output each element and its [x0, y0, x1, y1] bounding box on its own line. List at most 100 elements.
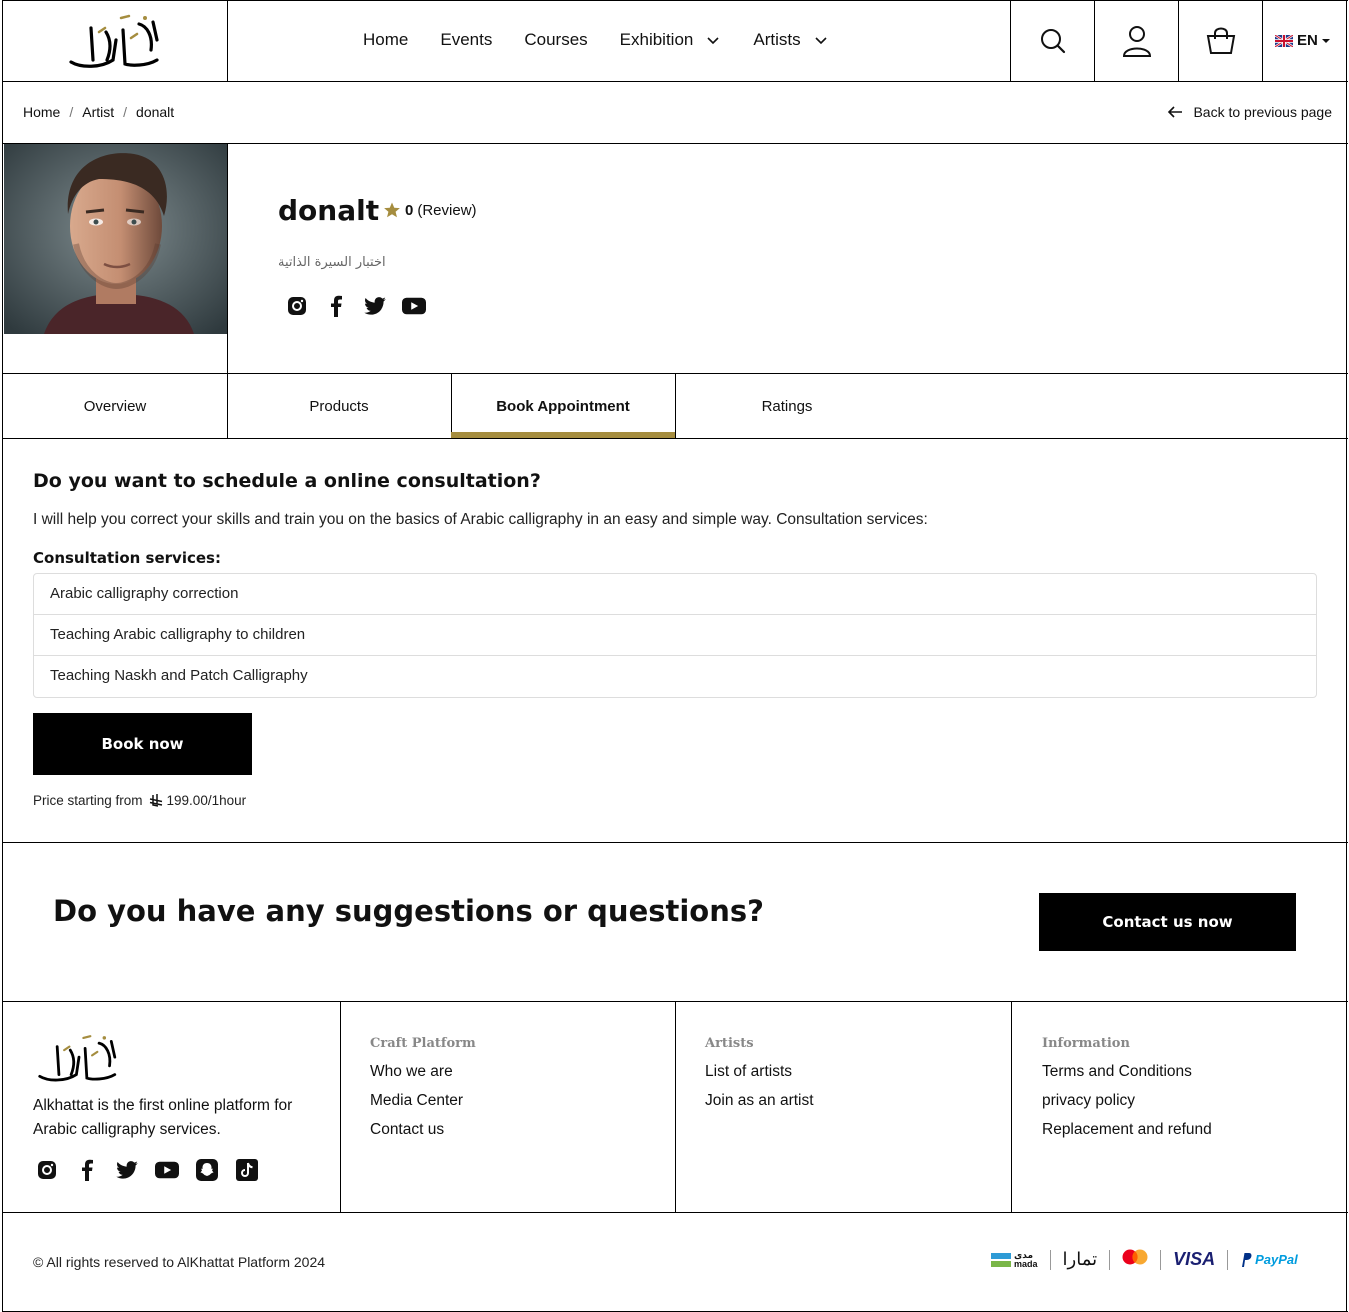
search-icon [1041, 28, 1066, 53]
footer-link-media-center[interactable]: Media Center [370, 1092, 476, 1110]
footer-link-join-artist[interactable]: Join as an artist [705, 1092, 814, 1110]
footer-link-refund[interactable]: Replacement and refund [1042, 1121, 1212, 1139]
breadcrumb-home[interactable]: Home [23, 104, 60, 120]
snapchat-icon[interactable] [195, 1158, 219, 1182]
divider [1049, 1249, 1051, 1270]
artist-socials [285, 295, 426, 317]
rating-value: 0 [405, 201, 414, 219]
price-prefix: Price starting from [33, 793, 143, 808]
back-link[interactable]: Back to previous page [1167, 104, 1332, 120]
mastercard-icon [1122, 1249, 1148, 1270]
twitter-icon[interactable] [115, 1158, 139, 1182]
user-icon [1122, 25, 1152, 57]
cart-button[interactable] [1179, 0, 1263, 81]
back-label: Back to previous page [1193, 104, 1332, 120]
language-label: EN [1297, 32, 1318, 49]
language-selector[interactable]: EN [1275, 32, 1330, 49]
nav-label: Artists [753, 30, 801, 49]
breadcrumb-artist[interactable]: Artist [82, 104, 114, 120]
artist-bio: اختبار السيرة الذاتية [278, 255, 386, 270]
tab-ratings[interactable]: Ratings [675, 374, 899, 438]
tab-label: Book Appointment [496, 397, 630, 415]
suggestions-title: Do you have any suggestions or questions… [53, 894, 764, 928]
mada-text: mada [1014, 1258, 1038, 1269]
artist-rating: 0 (Review) [383, 201, 477, 219]
facebook-icon[interactable] [75, 1158, 99, 1182]
footer-logo[interactable] [31, 1030, 127, 1086]
divider [1011, 1002, 1012, 1212]
services-list: Arabic calligraphy correction Teaching A… [33, 573, 1317, 698]
instagram-icon[interactable] [35, 1158, 59, 1182]
footer-socials [35, 1158, 259, 1182]
nav-label: Exhibition [619, 30, 694, 49]
nav-label: Events [440, 30, 493, 49]
footer-link-list-of-artists[interactable]: List of artists [705, 1063, 814, 1081]
copyright: © All rights reserved to AlKhattat Platf… [33, 1254, 326, 1270]
chevron-down-icon [815, 37, 827, 45]
divider [3, 438, 1348, 439]
divider [1109, 1249, 1111, 1270]
footer-link-terms[interactable]: Terms and Conditions [1042, 1063, 1212, 1081]
youtube-icon[interactable] [155, 1158, 179, 1182]
footer-column-artists: Artists List of artists Join as an artis… [705, 1036, 814, 1121]
divider [1227, 1249, 1229, 1270]
divider [1160, 1249, 1162, 1270]
divider [3, 81, 1348, 82]
tab-label: Ratings [761, 397, 813, 415]
breadcrumb-separator: / [69, 104, 74, 120]
main-nav: Home Events Courses Exhibition Artists [363, 30, 861, 50]
search-button[interactable] [1011, 0, 1095, 81]
breadcrumb-separator: / [123, 104, 128, 120]
account-button[interactable] [1095, 0, 1179, 81]
paypal-logo: PayPal [1240, 1252, 1298, 1268]
tiktok-icon[interactable] [235, 1158, 259, 1182]
footer-column-title: Artists [705, 1036, 754, 1051]
arrow-left-icon [1168, 106, 1183, 118]
twitter-icon[interactable] [363, 295, 387, 317]
tab-label: Products [309, 397, 369, 415]
paypal-icon [1242, 1252, 1252, 1267]
divider [3, 1212, 1348, 1213]
nav-courses[interactable]: Courses [524, 30, 587, 50]
divider [1262, 0, 1263, 81]
tamara-logo: تمارا [1062, 1249, 1098, 1270]
cart-icon [1206, 27, 1236, 54]
footer-link-contact-us[interactable]: Contact us [370, 1121, 476, 1139]
nav-exhibition[interactable]: Exhibition [620, 30, 722, 50]
artist-name: donalt [278, 194, 380, 227]
footer-description: Alkhattat is the first online platform f… [33, 1097, 293, 1138]
book-now-button[interactable]: Book now [33, 713, 252, 775]
breadcrumb-current: donalt [136, 104, 175, 120]
price-value: 199.00/1hour [166, 793, 247, 808]
instagram-icon[interactable] [285, 295, 309, 317]
tab-book-appointment[interactable]: Book Appointment [451, 374, 675, 438]
appointment-title: Do you want to schedule a online consult… [33, 470, 541, 492]
footer-link-privacy[interactable]: privacy policy [1042, 1092, 1212, 1110]
paypal-text: PayPal [1255, 1252, 1298, 1267]
tab-products[interactable]: Products [227, 374, 451, 438]
nav-artists[interactable]: Artists [753, 30, 828, 50]
footer-link-who-we-are[interactable]: Who we are [370, 1063, 476, 1081]
uk-flag-icon [1275, 34, 1293, 47]
star-icon [384, 202, 400, 218]
visa-logo: VISA [1173, 1249, 1216, 1269]
nav-label: Home [363, 30, 409, 49]
divider [3, 842, 1348, 843]
contact-us-button[interactable]: Contact us now [1039, 893, 1296, 951]
tab-overview[interactable]: Overview [3, 374, 227, 438]
footer-column-title: Craft Platform [370, 1036, 476, 1051]
rating-label: (Review) [417, 201, 477, 219]
divider [227, 0, 228, 81]
artist-avatar [4, 144, 228, 334]
nav-events[interactable]: Events [440, 30, 492, 50]
appointment-description: I will help you correct your skills and … [33, 511, 928, 528]
nav-home[interactable]: Home [363, 30, 408, 50]
youtube-icon[interactable] [402, 295, 426, 317]
tab-label: Overview [83, 397, 147, 415]
page-frame: Home Events Courses Exhibition Artists E… [2, 0, 1348, 1312]
list-item: Arabic calligraphy correction [34, 574, 1316, 615]
site-logo[interactable] [61, 10, 171, 72]
footer-column-platform: Craft Platform Who we are Media Center C… [370, 1036, 476, 1150]
footer-column-information: Information Terms and Conditions privacy… [1042, 1036, 1212, 1150]
facebook-icon[interactable] [324, 295, 348, 317]
